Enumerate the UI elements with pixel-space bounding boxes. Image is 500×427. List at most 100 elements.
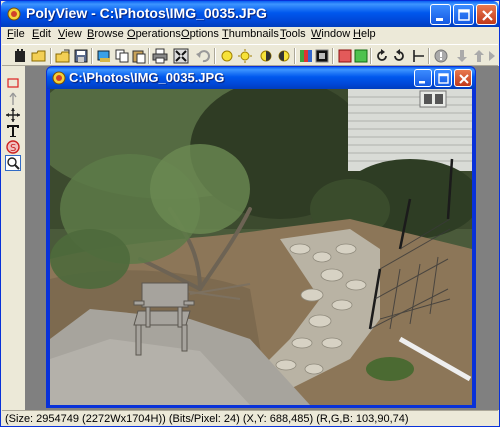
menu-edit[interactable]: Edit <box>32 28 51 40</box>
open-file-button[interactable] <box>55 48 71 64</box>
text-tool[interactable] <box>5 123 21 139</box>
hand-tool-button[interactable] <box>12 48 28 64</box>
window-title: PolyView - C:\Photos\IMG_0035.JPG <box>26 5 267 21</box>
contrast-button[interactable] <box>258 48 274 64</box>
select-rect-icon <box>7 78 19 88</box>
toolbar-separator <box>148 48 150 64</box>
color-balance-button[interactable] <box>298 48 314 64</box>
toolbar-separator <box>428 48 430 64</box>
zoom-tool[interactable] <box>5 155 21 171</box>
open-file-icon <box>55 49 70 63</box>
image-close-button[interactable] <box>454 69 472 87</box>
paste-icon <box>132 50 146 64</box>
image-window-icon[interactable] <box>52 71 66 85</box>
title-bar[interactable]: PolyView - C:\Photos\IMG_0035.JPG <box>1 1 499 27</box>
rotate-left-icon <box>394 49 404 61</box>
undo-button[interactable] <box>195 48 211 64</box>
stamp-icon: S <box>6 140 20 154</box>
print-icon <box>152 48 168 64</box>
polyview-app-icon[interactable] <box>7 7 21 21</box>
open-button[interactable] <box>31 48 47 64</box>
copy-icon <box>115 49 129 63</box>
move-icon <box>6 108 20 122</box>
undo-icon <box>196 50 210 63</box>
toolbar-separator <box>91 48 93 64</box>
menu-tools[interactable]: Tools <box>280 28 306 40</box>
red-channel-button[interactable] <box>337 48 353 64</box>
fit-to-window-icon <box>173 48 189 64</box>
print-button[interactable] <box>152 48 168 64</box>
photo-canvas[interactable] <box>50 89 472 405</box>
select-rect-tool[interactable] <box>5 75 21 91</box>
down-arrow-button[interactable] <box>454 48 470 64</box>
next-icon <box>489 51 495 61</box>
image-minimize-button[interactable] <box>414 69 432 87</box>
close-icon <box>459 74 469 84</box>
flip-button[interactable] <box>410 48 426 64</box>
red-channel-icon <box>338 49 352 63</box>
browse-icon <box>97 50 110 62</box>
menu-operations[interactable]: Operations <box>127 28 181 40</box>
arrow-tool[interactable] <box>5 91 21 107</box>
down-arrow-icon <box>457 50 467 62</box>
image-maximize-button[interactable] <box>434 69 452 87</box>
garden-photo <box>50 89 472 405</box>
menu-browse[interactable]: Browse <box>87 28 124 40</box>
save-icon <box>74 49 88 63</box>
maximize-button[interactable] <box>453 4 474 25</box>
minimize-button[interactable] <box>430 4 451 25</box>
contrast-up-button[interactable] <box>276 48 292 64</box>
maximize-icon <box>458 9 470 21</box>
rotate-right-button[interactable] <box>374 48 390 64</box>
info-button[interactable] <box>433 48 449 64</box>
tool-palette: S <box>3 69 23 173</box>
paste-button[interactable] <box>131 48 147 64</box>
image-window-title: C:\Photos\IMG_0035.JPG <box>69 70 225 85</box>
rotate-left-button[interactable] <box>391 48 407 64</box>
image-window: C:\Photos\IMG_0035.JPG <box>46 66 476 408</box>
browse-button[interactable] <box>96 48 112 64</box>
status-bar: (Size: 2954749 (2272Wx1704H)) (Bits/Pixe… <box>2 410 498 426</box>
save-button[interactable] <box>73 48 89 64</box>
toolbar-separator <box>332 48 334 64</box>
menu-bar: File Edit View Browse Operations Options… <box>2 27 498 44</box>
text-tool-icon <box>7 125 19 137</box>
brightness-button[interactable] <box>219 48 235 64</box>
green-channel-button[interactable] <box>353 48 369 64</box>
toolbar-separator <box>294 48 296 64</box>
brightness-up-icon <box>238 49 252 63</box>
menu-window[interactable]: Window <box>311 28 350 40</box>
move-tool[interactable] <box>5 107 21 123</box>
toolbar <box>2 44 498 66</box>
open-folder-icon <box>31 50 46 62</box>
close-icon <box>482 10 493 21</box>
menu-options[interactable]: Options <box>181 28 219 40</box>
menu-help[interactable]: Help <box>353 28 376 40</box>
svg-text:S: S <box>10 143 16 154</box>
arrow-icon <box>9 92 17 105</box>
zoom-icon <box>7 157 20 170</box>
brightness-up-button[interactable] <box>237 48 253 64</box>
contrast-icon <box>260 50 272 62</box>
flip-icon <box>413 50 424 62</box>
maximize-icon <box>438 73 449 84</box>
rotate-right-icon <box>377 49 387 61</box>
menu-file[interactable]: File <box>7 28 25 40</box>
green-channel-icon <box>354 49 368 63</box>
black-square-icon <box>315 49 329 63</box>
copy-button[interactable] <box>114 48 130 64</box>
stamp-tool[interactable]: S <box>5 139 21 155</box>
image-window-title-bar[interactable]: C:\Photos\IMG_0035.JPG <box>47 67 475 89</box>
toolbar-separator <box>370 48 372 64</box>
black-square-button[interactable] <box>314 48 330 64</box>
hand-tool-icon <box>15 49 25 62</box>
next-button[interactable] <box>485 48 500 64</box>
toolbar-separator <box>50 48 52 64</box>
menu-view[interactable]: View <box>58 28 82 40</box>
menu-thumbnails[interactable]: Thumbnails <box>222 28 279 40</box>
fit-to-window-button[interactable] <box>173 48 189 64</box>
toolbar-separator <box>214 48 216 64</box>
minimize-icon <box>436 18 443 21</box>
color-balance-icon <box>300 50 312 62</box>
close-button[interactable] <box>476 4 497 25</box>
